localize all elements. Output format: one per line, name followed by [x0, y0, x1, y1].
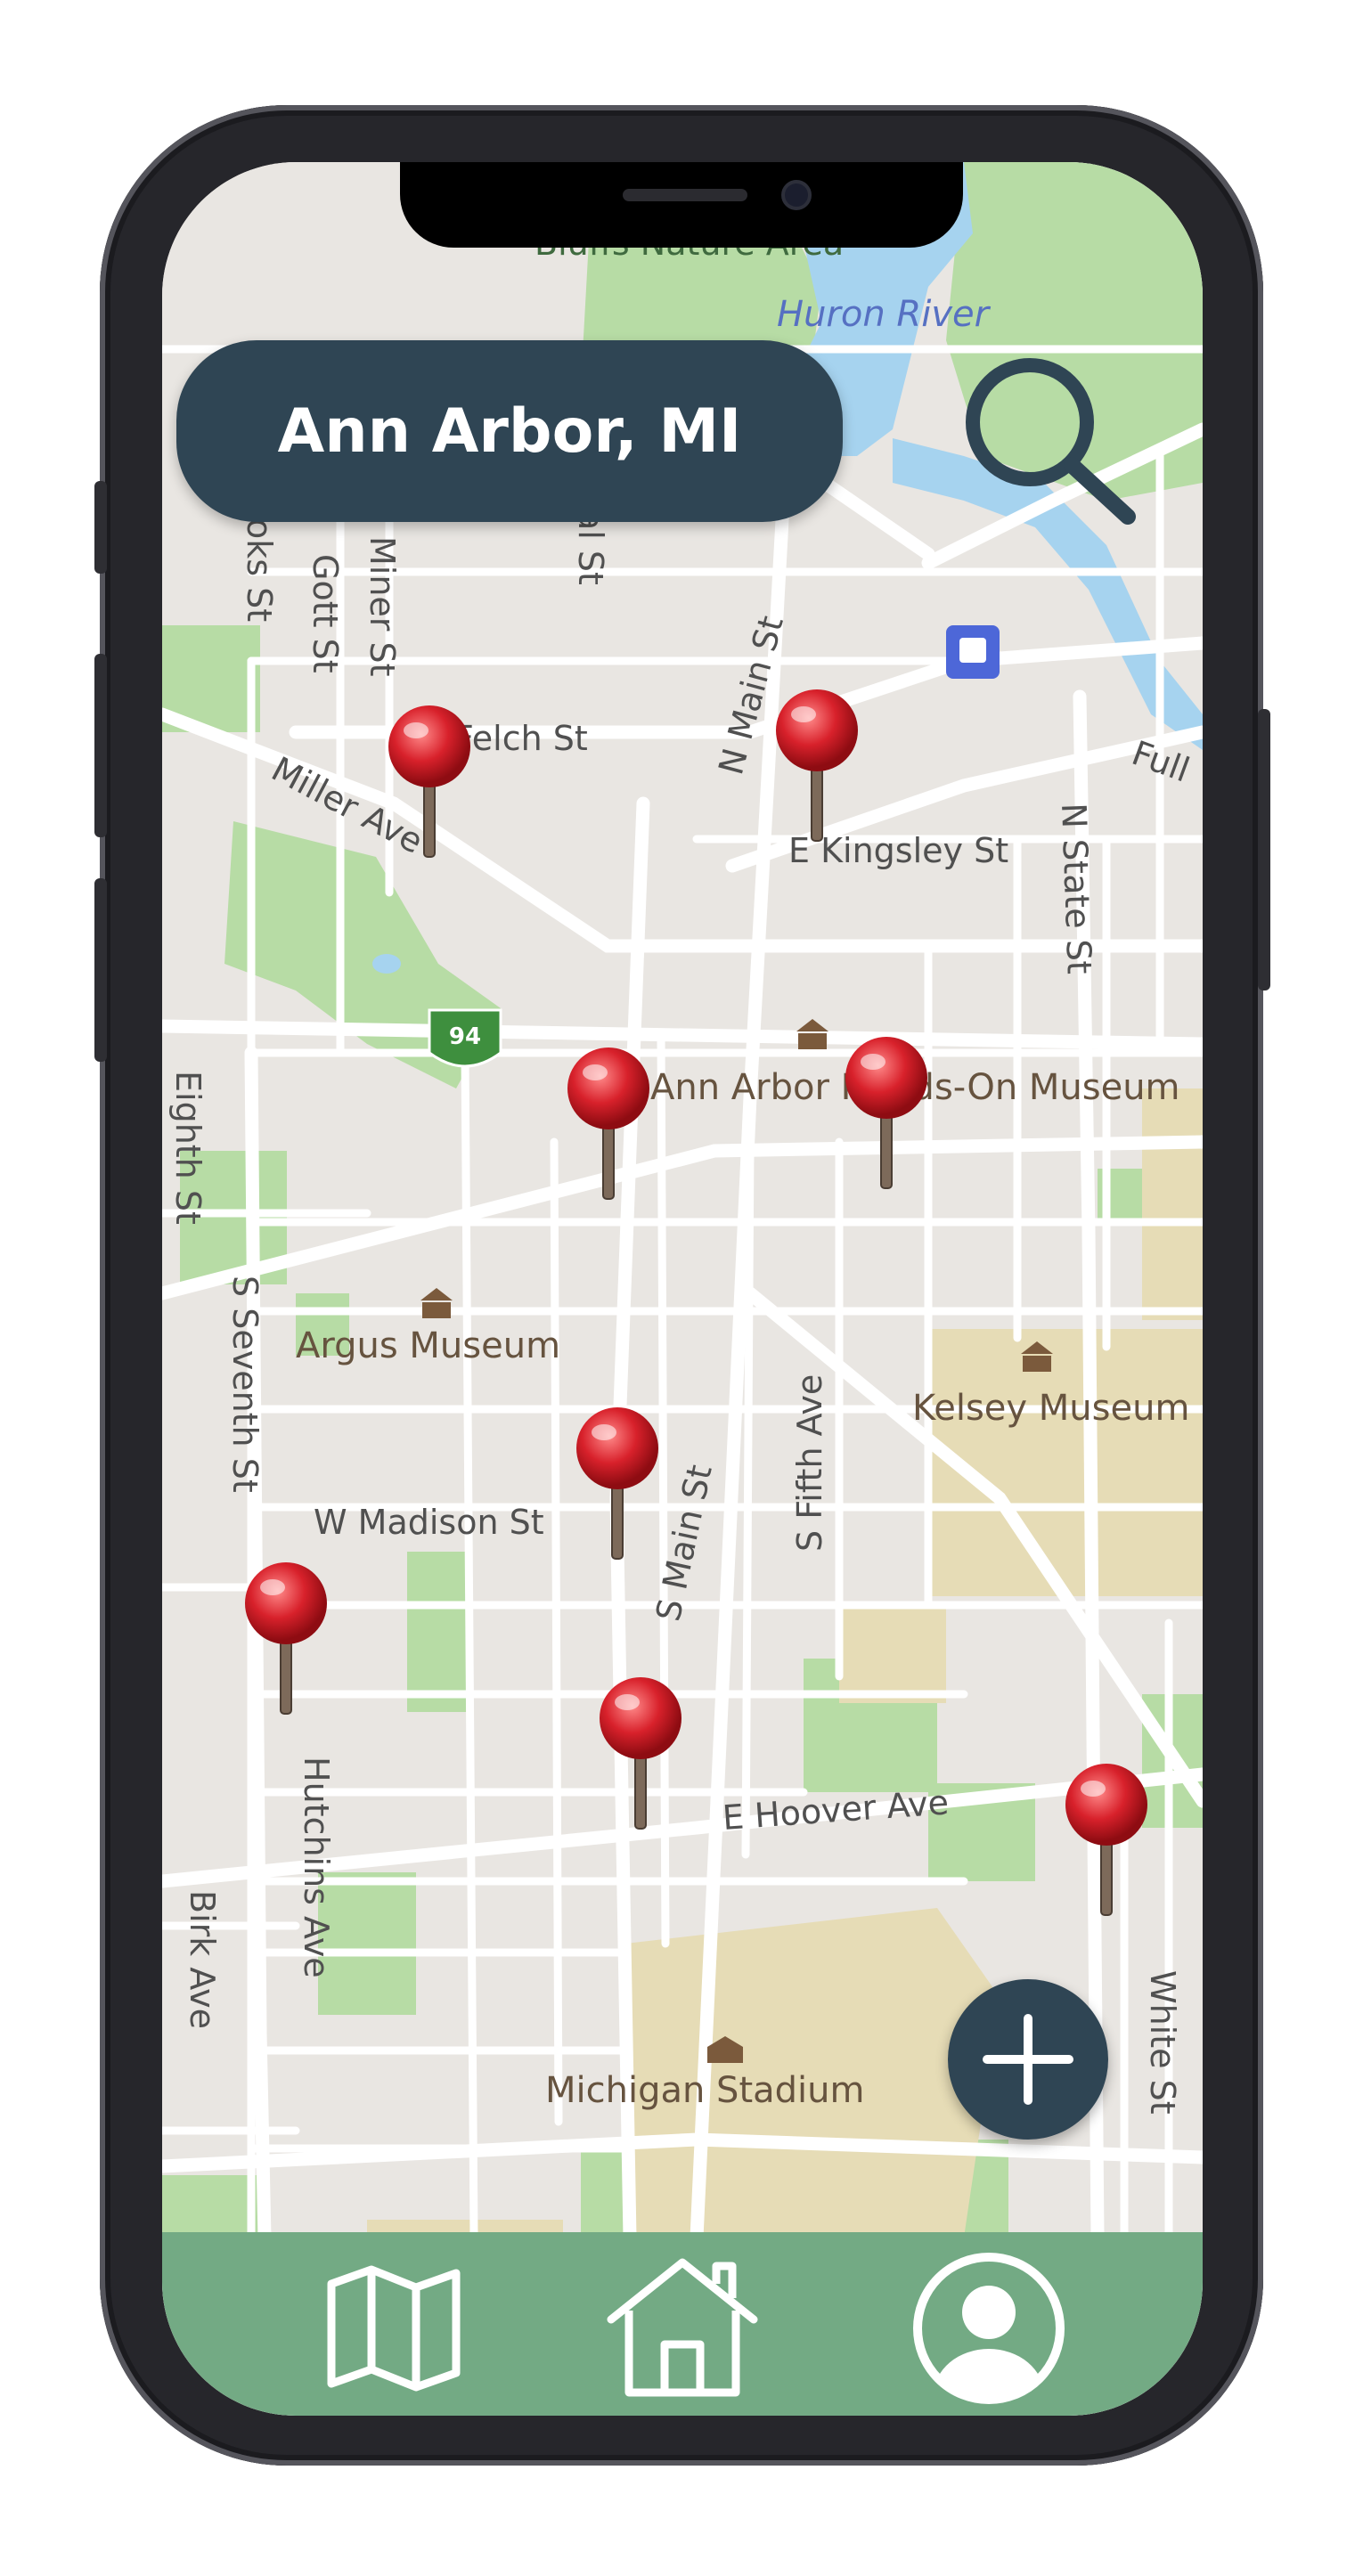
label-street: Miner St — [363, 536, 402, 677]
label-street: Birk Ave — [183, 1890, 222, 2029]
user-icon — [913, 2253, 1065, 2404]
map-icon — [327, 2265, 461, 2392]
map-pin-icon — [576, 1407, 658, 1560]
screen: 94 Bluffs Nature Area Huron River Felch … — [162, 162, 1203, 2416]
map-pin-icon — [600, 1677, 682, 1830]
campus-area — [1142, 1088, 1203, 1320]
label-street: S Fifth Ave — [790, 1374, 829, 1552]
add-pin-button[interactable] — [948, 1979, 1108, 2140]
nav-home[interactable] — [602, 2248, 763, 2409]
silent-switch — [94, 481, 107, 574]
location-pill[interactable]: Ann Arbor, MI — [176, 340, 843, 522]
front-camera — [781, 180, 812, 210]
search-icon[interactable] — [953, 351, 1140, 529]
plus-icon — [983, 2014, 1073, 2105]
map-pin-icon — [245, 1562, 327, 1715]
notch — [400, 162, 963, 248]
map-pin-icon — [776, 689, 858, 842]
power-button — [1258, 709, 1270, 990]
label-place: Michigan Stadium — [545, 2070, 864, 2111]
map-pin[interactable] — [568, 1404, 666, 1564]
campus-area — [928, 1329, 1203, 1596]
label-street: White St — [1143, 1970, 1182, 2115]
map-pin[interactable] — [592, 1674, 690, 1834]
map-pin[interactable] — [559, 1044, 657, 1204]
label-place: Argus Museum — [296, 1325, 560, 1366]
campus-area — [839, 1605, 946, 1703]
label-street: Hutchins Ave — [297, 1757, 336, 1978]
map-pin[interactable] — [1057, 1760, 1155, 1920]
location-title: Ann Arbor, MI — [277, 395, 742, 467]
map-pin-icon — [1065, 1764, 1147, 1916]
speaker — [623, 189, 747, 201]
nav-profile[interactable] — [909, 2248, 1069, 2409]
home-icon — [607, 2258, 758, 2397]
label-street: Eighth St — [168, 1071, 208, 1225]
park-area — [407, 1552, 469, 1712]
bottom-navigation — [162, 2232, 1203, 2416]
pond — [372, 954, 401, 974]
map-pin[interactable] — [837, 1033, 935, 1194]
map-pin-icon — [388, 705, 470, 858]
map-pin[interactable] — [768, 686, 866, 846]
nav-map[interactable] — [314, 2248, 474, 2409]
label-street: S Seventh St — [225, 1276, 265, 1493]
label-street: Gott St — [306, 554, 345, 673]
map-pin-icon — [567, 1048, 649, 1200]
map-pin[interactable] — [380, 702, 478, 862]
label-street: oks St — [240, 518, 279, 622]
label-place: Kelsey Museum of Archaeology — [912, 1388, 1203, 1429]
label-street: W Madison St — [314, 1503, 544, 1542]
volume-down-button — [94, 878, 107, 1062]
volume-up-button — [94, 654, 107, 837]
highway-shield-label: 94 — [449, 1023, 481, 1050]
map-pin-icon — [845, 1037, 927, 1189]
label-street: N State St — [1054, 803, 1099, 975]
label-place: Huron River — [777, 294, 992, 335]
map-pin[interactable] — [237, 1559, 335, 1719]
